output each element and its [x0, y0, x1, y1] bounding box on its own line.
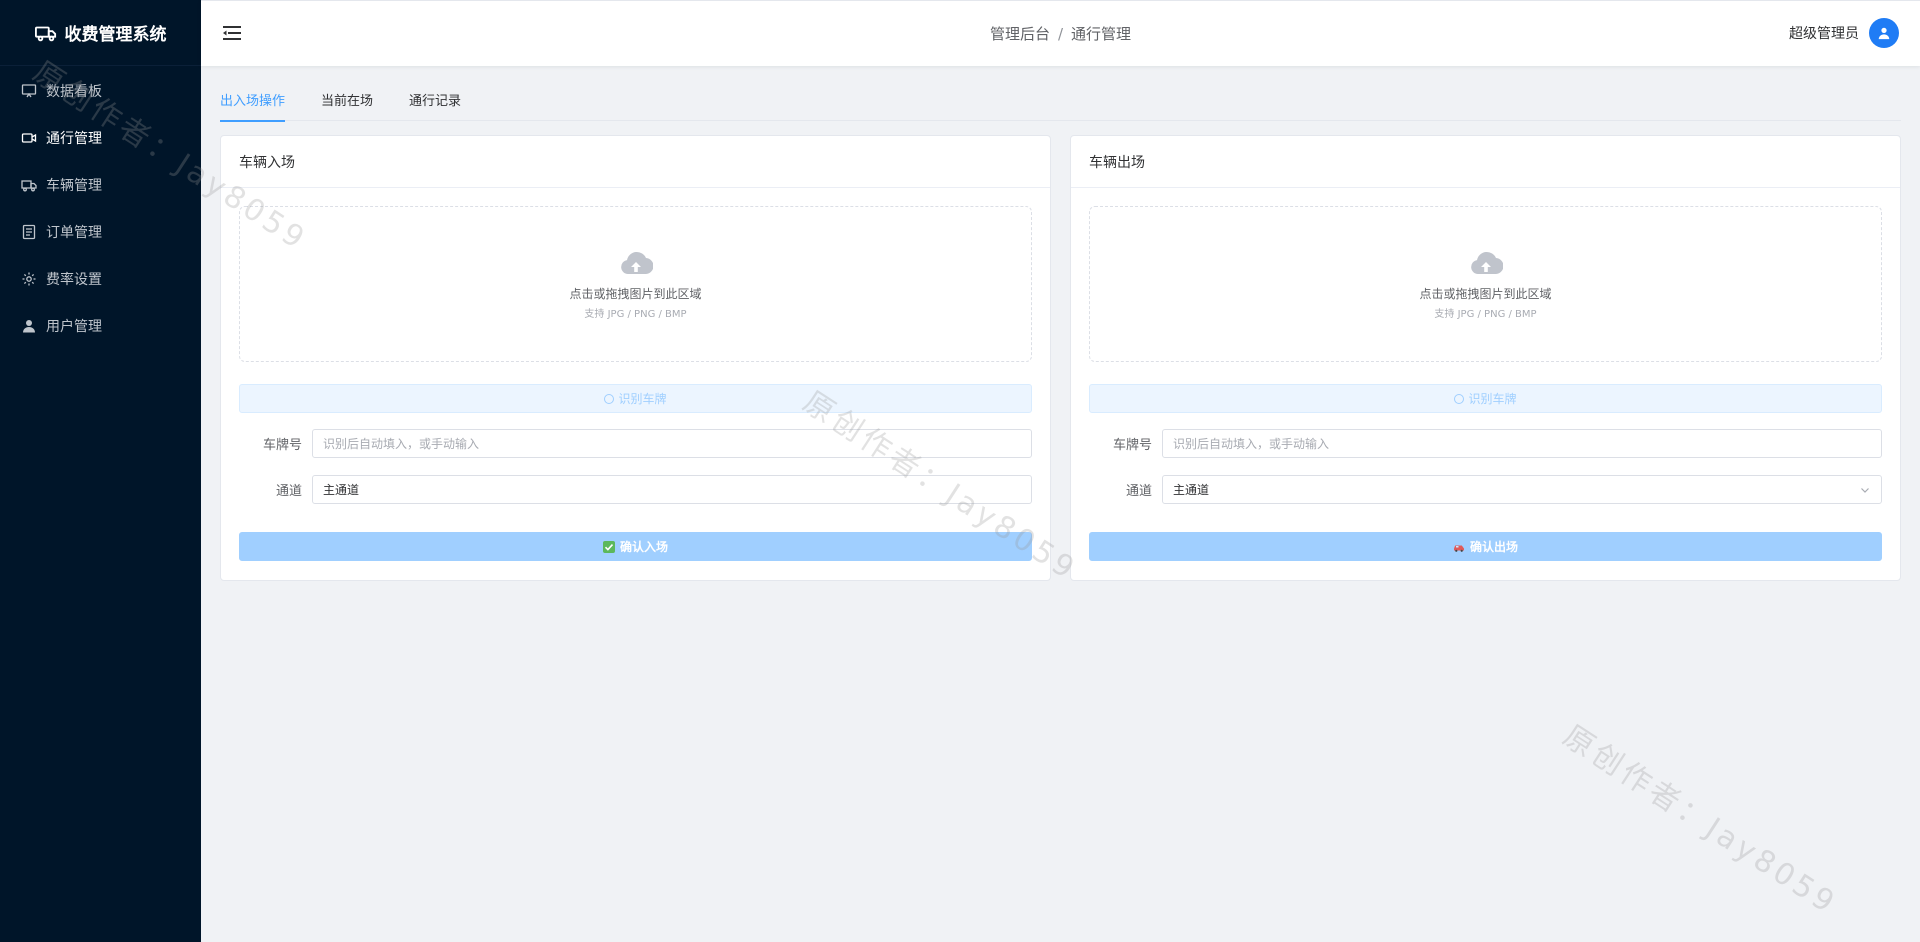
upload-instruction: 点击或拖拽图片到此区域: [569, 286, 702, 301]
sidebar-item-vehicles[interactable]: 车辆管理: [0, 161, 201, 208]
confirm-entry-button[interactable]: 确认入场: [239, 532, 1032, 561]
tab-entry-exit[interactable]: 出入场操作: [220, 94, 286, 122]
truck-logo-icon: [34, 26, 56, 41]
button-label: 确认出场: [1469, 540, 1518, 554]
vehicle-entry-card: 车辆入场 点击或拖拽图片到此区域 支持 JPG / PNG / BMP 识别车牌…: [220, 135, 1051, 581]
sidebar-item-rates[interactable]: 费率设置: [0, 255, 201, 302]
channel-selected-value: 主通道: [1173, 483, 1210, 497]
video-camera-icon: [21, 132, 37, 143]
upload-instruction: 点击或拖拽图片到此区域: [1419, 286, 1552, 301]
sidebar-item-orders[interactable]: 订单管理: [0, 208, 201, 255]
monitor-icon: [21, 83, 37, 97]
exit-channel-select[interactable]: 主通道: [1162, 475, 1882, 504]
breadcrumb-separator: /: [1057, 25, 1064, 43]
channel-label: 通道: [1125, 484, 1152, 499]
exit-plate-input[interactable]: [1162, 429, 1882, 458]
channel-label: 通道: [275, 484, 302, 499]
sidebar-item-users[interactable]: 用户管理: [0, 302, 201, 349]
top-header: 管理后台 / 通行管理 超级管理员: [201, 0, 1920, 66]
app-logo[interactable]: 收费管理系统: [0, 0, 201, 66]
entry-channel-row: 通道 主通道: [239, 475, 1032, 504]
sidebar-item-label: 车辆管理: [46, 177, 102, 194]
sidebar-item-label: 用户管理: [46, 318, 102, 335]
breadcrumb-item-current: 通行管理: [1071, 25, 1132, 43]
truck-icon: [21, 179, 37, 191]
sidebar-item-label: 通行管理: [46, 130, 102, 147]
sidebar: 收费管理系统 数据看板 通行管理 车辆管理 订单管理 费率设置 用户管理: [0, 0, 201, 942]
chevron-down-icon: [1861, 487, 1869, 493]
sidebar-item-dashboard[interactable]: 数据看板: [0, 67, 201, 114]
card-title: 车辆入场: [221, 136, 1050, 188]
entry-channel-select[interactable]: 主通道: [312, 475, 1032, 504]
vehicle-exit-card: 车辆出场 点击或拖拽图片到此区域 支持 JPG / PNG / BMP 识别车牌…: [1070, 135, 1901, 581]
entry-recognize-plate-button[interactable]: 识别车牌: [239, 384, 1032, 413]
check-mark-icon: [602, 540, 615, 553]
upload-format-tip: 支持 JPG / PNG / BMP: [1434, 308, 1537, 320]
cloud-upload-icon: [620, 251, 653, 274]
breadcrumb-item-home[interactable]: 管理后台: [990, 25, 1050, 43]
upload-format-tip: 支持 JPG / PNG / BMP: [584, 308, 687, 320]
cards-row: 车辆入场 点击或拖拽图片到此区域 支持 JPG / PNG / BMP 识别车牌…: [220, 135, 1901, 581]
exit-plate-row: 车牌号: [1089, 429, 1882, 458]
main-content: 出入场操作 当前在场 通行记录 车辆入场 点击或拖拽图片到此区域 支持 JPG …: [201, 66, 1920, 942]
channel-selected-value: 主通道: [323, 483, 360, 497]
sidebar-item-label: 订单管理: [46, 224, 102, 241]
plate-label: 车牌号: [262, 438, 302, 453]
entry-plate-input[interactable]: [312, 429, 1032, 458]
user-menu[interactable]: 超级管理员: [1789, 18, 1899, 48]
confirm-exit-button[interactable]: 确认出场: [1089, 532, 1882, 561]
gear-icon: [22, 272, 36, 285]
avatar[interactable]: [1869, 18, 1899, 48]
document-icon: [22, 224, 36, 239]
button-label: 识别车牌: [1468, 392, 1517, 406]
user-avatar-icon: [1878, 27, 1890, 40]
tab-current-onsite[interactable]: 当前在场: [321, 94, 373, 121]
tab-bar: 出入场操作 当前在场 通行记录: [220, 66, 1901, 122]
card-title: 车辆出场: [1071, 136, 1900, 188]
sidebar-item-label: 数据看板: [46, 83, 102, 100]
loading-circle-icon: [1454, 393, 1465, 404]
button-label: 确认入场: [619, 540, 668, 554]
car-icon: [1453, 545, 1464, 552]
sidebar-item-label: 费率设置: [46, 271, 102, 288]
breadcrumb: 管理后台 / 通行管理: [201, 23, 1920, 44]
app-title: 收费管理系统: [64, 25, 167, 45]
exit-channel-row: 通道 主通道: [1089, 475, 1882, 504]
sidebar-item-traffic[interactable]: 通行管理: [0, 114, 201, 161]
sidebar-menu: 数据看板 通行管理 车辆管理 订单管理 费率设置 用户管理: [0, 66, 201, 349]
loading-circle-icon: [604, 393, 615, 404]
exit-upload-area[interactable]: 点击或拖拽图片到此区域 支持 JPG / PNG / BMP: [1089, 206, 1882, 362]
exit-recognize-plate-button[interactable]: 识别车牌: [1089, 384, 1882, 413]
entry-upload-area[interactable]: 点击或拖拽图片到此区域 支持 JPG / PNG / BMP: [239, 206, 1032, 362]
plate-label: 车牌号: [1112, 438, 1152, 453]
entry-plate-row: 车牌号: [239, 429, 1032, 458]
user-icon: [23, 319, 35, 332]
button-label: 识别车牌: [618, 392, 667, 406]
username: 超级管理员: [1789, 26, 1859, 42]
tab-traffic-records[interactable]: 通行记录: [409, 94, 461, 121]
cloud-upload-icon: [1470, 251, 1503, 274]
